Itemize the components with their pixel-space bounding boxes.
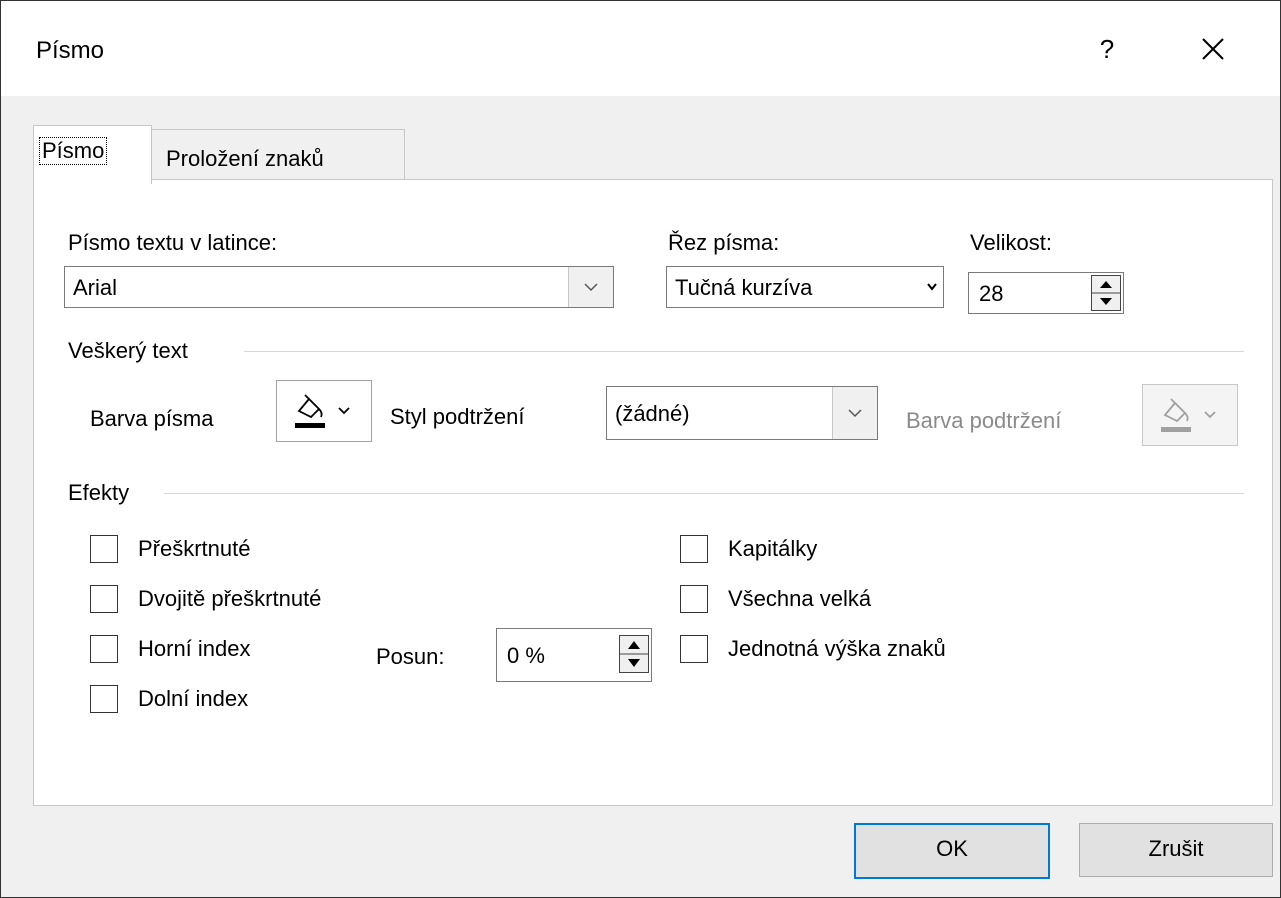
underline-color-button[interactable]: [1142, 384, 1238, 446]
font-color-label: Barva písma: [90, 406, 214, 431]
chevron-down-icon: [848, 409, 862, 418]
latin-font-combo[interactable]: Arial: [64, 266, 614, 308]
spin-arrows-icon: [619, 635, 649, 673]
underline-style-label: Styl podtržení: [390, 404, 525, 429]
effects-group-label: Efekty: [68, 480, 130, 505]
cancel-button[interactable]: Zrušit: [1079, 823, 1273, 877]
equalize-height-label: Jednotná výška znaků: [728, 636, 946, 661]
underline-style-combo[interactable]: (žádné): [606, 386, 878, 440]
chevron-down-icon: [584, 283, 598, 292]
small-caps-checkbox[interactable]: [680, 535, 708, 563]
dialog-title: Písmo: [36, 37, 105, 64]
latin-font-label: Písmo textu v latince:: [68, 230, 278, 255]
font-size-spin-buttons[interactable]: [1091, 275, 1121, 311]
subscript-checkbox[interactable]: [90, 685, 118, 713]
all-text-divider: [244, 351, 1244, 352]
ok-button[interactable]: OK: [854, 823, 1050, 879]
font-style-combo[interactable]: Tučná kurzíva: [666, 266, 944, 308]
effects-divider: [164, 493, 1244, 494]
help-button[interactable]: ?: [1087, 29, 1127, 69]
offset-spinner[interactable]: 0 %: [496, 628, 652, 682]
font-size-value: 28: [979, 281, 1004, 306]
subscript-label: Dolní index: [138, 686, 249, 711]
strikethrough-label: Přeškrtnuté: [138, 536, 251, 561]
font-size-label: Velikost:: [970, 230, 1052, 255]
font-color-button[interactable]: [276, 380, 372, 442]
all-text-group-label: Veškerý text: [68, 338, 188, 363]
superscript-checkbox[interactable]: [90, 635, 118, 663]
underline-style-dropdown-button[interactable]: [832, 387, 877, 439]
tab-character-spacing-label: Proložení znaků: [166, 146, 324, 171]
latin-font-value: Arial: [73, 275, 118, 300]
close-button[interactable]: [1191, 27, 1235, 71]
tab-font-label: Písmo: [38, 137, 108, 165]
title-bar: Písmo ?: [1, 1, 1280, 96]
offset-value: 0 %: [507, 643, 545, 668]
spin-arrows-icon: [1091, 275, 1121, 311]
paint-bucket-icon: [295, 394, 350, 428]
underline-style-value: (žádné): [615, 401, 690, 426]
double-strikethrough-checkbox[interactable]: [90, 585, 118, 613]
small-caps-label: Kapitálky: [728, 536, 818, 561]
tab-character-spacing[interactable]: Proložení znaků: [151, 129, 405, 181]
underline-color-label: Barva podtržení: [906, 408, 1062, 433]
latin-font-dropdown-button[interactable]: [568, 267, 613, 307]
font-dialog: Písmo ? Písmo Proložení znaků Písmo text…: [0, 0, 1281, 898]
font-style-dropdown-button[interactable]: [921, 267, 943, 307]
strikethrough-checkbox[interactable]: [90, 535, 118, 563]
font-style-value: Tučná kurzíva: [675, 275, 813, 300]
all-caps-checkbox[interactable]: [680, 585, 708, 613]
double-strikethrough-label: Dvojitě přeškrtnuté: [138, 586, 322, 611]
offset-spin-buttons[interactable]: [619, 635, 649, 673]
offset-label: Posun:: [376, 644, 445, 669]
equalize-height-checkbox[interactable]: [680, 635, 708, 663]
close-icon: [1202, 38, 1224, 60]
paint-bucket-icon: [1161, 398, 1216, 432]
superscript-label: Horní index: [138, 636, 251, 661]
font-tab-panel: Písmo textu v latince: Arial Řez písma: …: [33, 179, 1273, 806]
font-size-spinner[interactable]: 28: [968, 272, 1124, 314]
chevron-down-icon: [927, 283, 937, 291]
font-style-label: Řez písma:: [668, 230, 780, 255]
all-caps-label: Všechna velká: [728, 586, 872, 611]
tab-font[interactable]: Písmo: [33, 125, 152, 184]
